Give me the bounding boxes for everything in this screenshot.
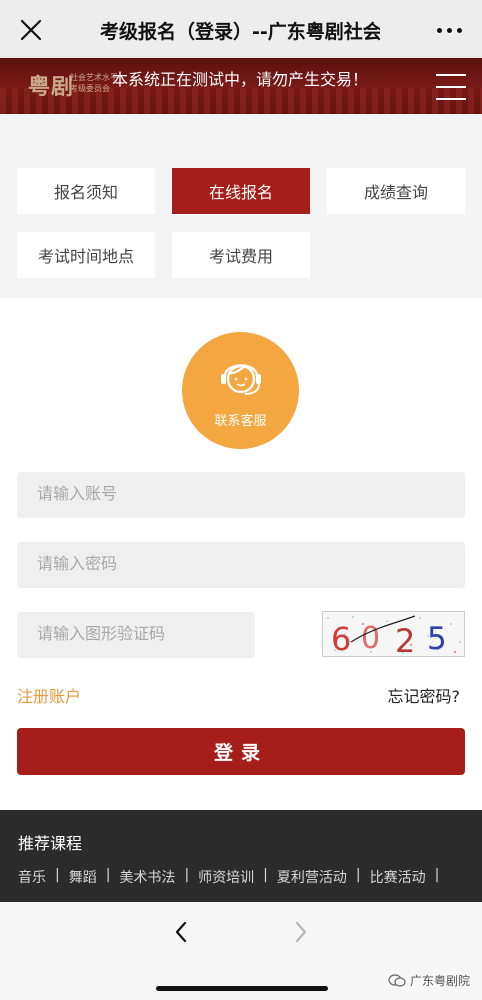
captcha-digit: 6 bbox=[331, 620, 351, 657]
logo: 粤剧 bbox=[28, 74, 75, 100]
separator: | bbox=[355, 867, 361, 883]
tab-grid: 报名须知 在线报名 成绩查询 考试时间地点 考试费用 bbox=[0, 114, 482, 298]
tab-registration-notice[interactable]: 报名须知 bbox=[17, 168, 155, 214]
password-input[interactable] bbox=[17, 542, 465, 588]
separator: | bbox=[263, 867, 268, 883]
captcha-digit: 2 bbox=[395, 622, 415, 657]
course-link-teacher-training[interactable]: 师资培训 bbox=[198, 867, 263, 887]
contact-service-label: 联系客服 bbox=[214, 414, 267, 429]
account-input[interactable] bbox=[17, 472, 465, 518]
register-link[interactable]: 注册账户 bbox=[17, 683, 81, 707]
course-link-art-calligraphy[interactable]: 美术书法 bbox=[119, 867, 184, 887]
courses-title: 推荐课程 bbox=[18, 834, 83, 853]
contact-service-button[interactable]: 联系客服 bbox=[182, 332, 299, 449]
chevron-left-icon[interactable] bbox=[170, 920, 194, 944]
browser-bottom-bar: 广东粤剧院 bbox=[0, 902, 482, 1000]
separator: | bbox=[434, 867, 440, 883]
course-link-competition[interactable]: 比赛活动 bbox=[370, 867, 435, 887]
login-button[interactable]: 登录 bbox=[17, 728, 465, 775]
tab-online-registration[interactable]: 在线报名 bbox=[172, 168, 310, 214]
close-icon[interactable] bbox=[18, 17, 44, 43]
watermark: 广东粤剧院 bbox=[388, 972, 470, 989]
home-indicator bbox=[156, 986, 328, 991]
captcha-input[interactable] bbox=[17, 612, 255, 658]
tab-exam-time-location[interactable]: 考试时间地点 bbox=[17, 232, 155, 278]
captcha-digit: 0 bbox=[361, 621, 380, 656]
separator: | bbox=[184, 867, 190, 883]
course-link-music[interactable]: 音乐 bbox=[18, 867, 55, 887]
forgot-password-link[interactable]: 忘记密码? bbox=[388, 683, 461, 707]
tab-score-query[interactable]: 成绩查询 bbox=[327, 168, 465, 214]
separator: | bbox=[105, 867, 111, 883]
test-notice: 本系统正在测试中，请勿产生交易！ bbox=[112, 70, 369, 89]
watermark-text: 广东粤剧院 bbox=[409, 974, 470, 988]
captcha-digit: 5 bbox=[427, 621, 447, 657]
recommended-courses: 推荐课程 音乐 | 舞蹈 | 美术书法 | 师资培训 | 夏利营活动 | 比赛活动 | bbox=[0, 810, 482, 902]
page-title: 考级报名（登录）--广东粤剧社会 bbox=[100, 21, 380, 43]
tab-exam-fees[interactable]: 考试费用 bbox=[172, 232, 310, 278]
more-icon[interactable] bbox=[437, 28, 462, 33]
chevron-right-icon[interactable] bbox=[288, 920, 312, 944]
header-banner: 粤剧 社会艺术水平考级委员会 本系统正在测试中，请勿产生交易！ bbox=[0, 58, 482, 114]
menu-icon[interactable] bbox=[436, 74, 466, 100]
captcha-image[interactable]: 6 0 2 5 bbox=[322, 611, 465, 657]
customer-service-icon bbox=[220, 364, 261, 395]
separator: | bbox=[55, 867, 60, 883]
course-link-summer-camp[interactable]: 夏利营活动 bbox=[277, 867, 356, 887]
wechat-icon bbox=[388, 973, 406, 987]
course-link-dance[interactable]: 舞蹈 bbox=[69, 867, 106, 887]
navbar: 考级报名（登录）--广东粤剧社会 bbox=[0, 0, 482, 58]
course-list: 音乐 | 舞蹈 | 美术书法 | 师资培训 | 夏利营活动 | 比赛活动 | bbox=[18, 867, 448, 887]
